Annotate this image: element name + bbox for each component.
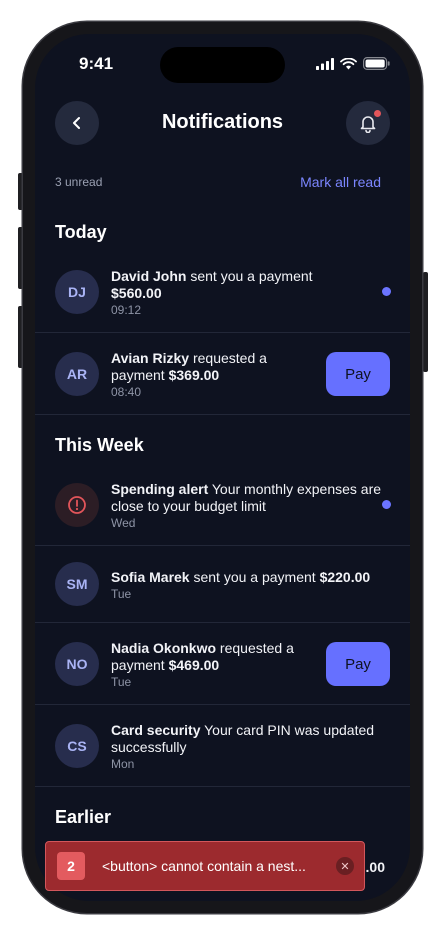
alert-circle-icon xyxy=(68,496,86,514)
error-message: <button> cannot contain a nest... xyxy=(102,858,306,874)
unread-count: 3 unread xyxy=(55,175,103,189)
notification-text: David John sent you a payment $560.00 09… xyxy=(111,268,351,318)
app-screen: 9:41 Notifications 3 unread Mark all rea… xyxy=(35,34,410,901)
phone-frame: 9:41 Notifications 3 unread Mark all rea… xyxy=(23,22,422,913)
divider xyxy=(35,332,410,333)
sender-name: Sofia Marek xyxy=(111,569,190,585)
avatar: SM xyxy=(55,562,99,606)
divider xyxy=(35,622,410,623)
error-toast[interactable]: 2 <button> cannot contain a nest... ✕ xyxy=(45,841,365,891)
divider xyxy=(35,414,410,415)
notification-message: sent you a payment xyxy=(189,569,320,585)
notification-time: 09:12 xyxy=(111,303,142,317)
payment-amount: $560.00 xyxy=(111,285,162,301)
alert-title: Spending alert xyxy=(111,481,209,497)
sender-name: Nadia Okonkwo xyxy=(111,640,217,656)
error-count-badge: 2 xyxy=(57,852,85,880)
dynamic-island xyxy=(160,47,285,83)
avatar: AR xyxy=(55,352,99,396)
divider xyxy=(35,704,410,705)
divider xyxy=(35,545,410,546)
alert-title: Card security xyxy=(111,722,201,738)
notification-time: Tue xyxy=(111,675,132,689)
payment-amount: $469.00 xyxy=(168,657,220,673)
close-icon: ✕ xyxy=(340,860,350,873)
notification-time: Tue xyxy=(111,587,132,601)
section-title-earlier: Earlier xyxy=(55,807,112,827)
notification-time: Mon xyxy=(111,757,135,771)
notification-time: 08:40 xyxy=(111,385,142,399)
cellular-signal-icon xyxy=(316,57,334,70)
notification-time: Wed xyxy=(111,516,136,530)
avatar: DJ xyxy=(55,270,99,314)
wifi-icon xyxy=(340,57,357,69)
mark-all-read-link[interactable]: Mark all read xyxy=(300,174,381,190)
payment-amount: $220.00 xyxy=(319,569,371,585)
section-title-today: Today xyxy=(55,222,107,242)
payment-amount: $369.00 xyxy=(168,367,220,383)
notification-text: Card security Your card PIN was updated … xyxy=(111,722,381,772)
section-title-this-week: This Week xyxy=(55,435,144,455)
avatar xyxy=(55,483,99,527)
notification-message: sent you a payment xyxy=(186,268,313,284)
unread-dot xyxy=(382,500,391,509)
divider xyxy=(35,786,410,787)
notification-text: Avian Rizky requested a payment $369.00 … xyxy=(111,350,291,400)
avatar: NO xyxy=(55,642,99,686)
notification-text: Spending alert Your monthly expenses are… xyxy=(111,481,381,531)
power-button xyxy=(423,272,428,372)
pay-button[interactable]: Pay xyxy=(326,642,390,686)
notification-text: Nadia Okonkwo requested a payment $469.0… xyxy=(111,640,311,690)
pay-button[interactable]: Pay xyxy=(326,352,390,396)
status-icons xyxy=(316,57,390,70)
unread-indicator-dot xyxy=(374,110,381,117)
sender-name: David John xyxy=(111,268,187,284)
status-time: 9:41 xyxy=(79,54,114,73)
notifications-bell-button[interactable] xyxy=(346,101,390,145)
avatar: CS xyxy=(55,724,99,768)
sender-name: Avian Rizky xyxy=(111,350,190,366)
close-button[interactable]: ✕ xyxy=(336,857,354,875)
payment-amount-partial: .00 xyxy=(365,859,385,875)
notification-text: Sofia Marek sent you a payment $220.00 T… xyxy=(111,569,396,602)
unread-dot xyxy=(382,287,391,296)
battery-icon xyxy=(363,57,390,70)
